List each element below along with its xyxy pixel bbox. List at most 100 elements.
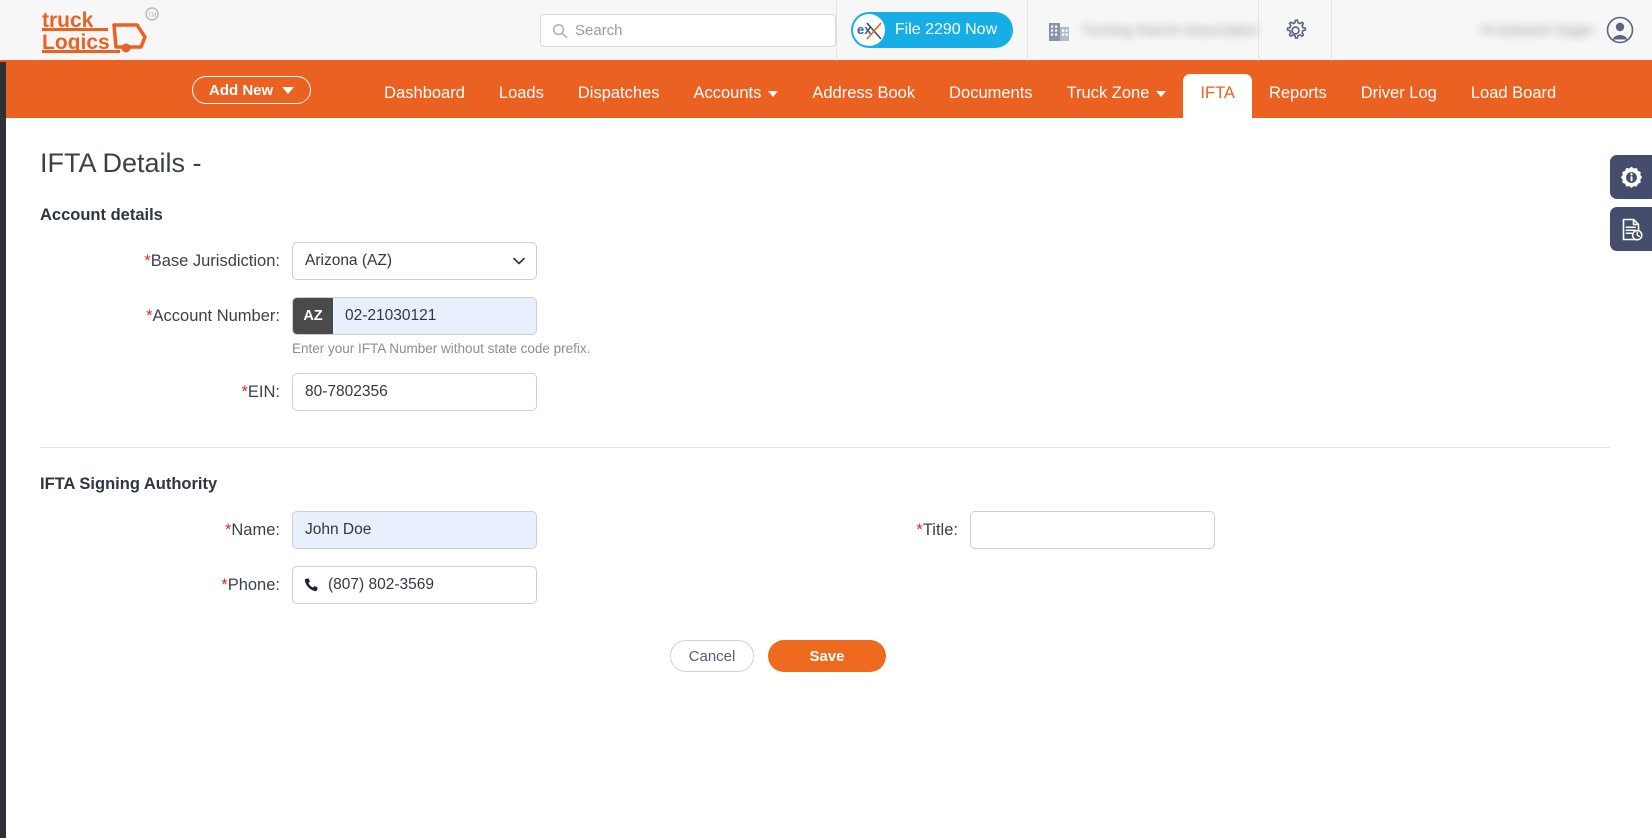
nav-label: Documents (949, 83, 1033, 102)
brand-logo[interactable]: truck Logics TM (0, 0, 340, 61)
nav-item-load-board[interactable]: Load Board (1454, 83, 1573, 119)
base-jurisdiction-select[interactable]: Arizona (AZ) (292, 242, 537, 280)
nav-item-loads[interactable]: Loads (482, 83, 561, 119)
main-navigation: Add New Dashboard Loads Dispatches Accou… (0, 62, 1652, 118)
company-selector[interactable]: Turning Ranch Association (1028, 0, 1258, 61)
add-new-button[interactable]: Add New (192, 76, 312, 104)
base-jurisdiction-label: *Base Jurisdiction: (40, 242, 292, 280)
name-column: *Name: (40, 494, 870, 549)
nav-label: Dashboard (384, 83, 465, 102)
phone-label: *Phone: (40, 566, 292, 604)
nav-label: Truck Zone (1066, 83, 1150, 102)
phone-input[interactable] (328, 576, 526, 594)
file-2290-label: File 2290 Now (894, 21, 998, 38)
account-details-heading: Account details (40, 206, 163, 224)
chevron-down-icon (513, 257, 525, 265)
base-jurisdiction-field: Arizona (AZ) (292, 242, 537, 280)
ein-label: *EIN: (40, 373, 292, 411)
label-text: EIN: (247, 383, 280, 401)
nav-label: Load Board (1470, 83, 1557, 102)
name-field (292, 511, 537, 549)
name-input[interactable] (305, 521, 524, 539)
save-button[interactable]: Save (768, 640, 886, 672)
help-info-button[interactable] (1610, 155, 1652, 199)
info-gear-icon (1620, 166, 1642, 188)
account-number-row: *Account Number: AZ Enter your IFTA Numb… (40, 297, 1652, 356)
nav-item-address-book[interactable]: Address Book (795, 83, 932, 119)
search-icon (552, 23, 568, 38)
ein-input[interactable] (305, 383, 524, 401)
title-row: *Title: (870, 511, 1215, 549)
name-label: *Name: (40, 511, 292, 549)
account-number-input[interactable] (333, 298, 536, 334)
gear-icon (1286, 18, 1306, 39)
nav-label: Accounts (693, 83, 762, 102)
form-actions: Cancel Save (40, 640, 1652, 672)
app-root: truck Logics TM Search ex File 2290 Now … (0, 0, 1652, 838)
label-text: Title: (922, 521, 958, 539)
building-icon (1049, 23, 1069, 41)
title-input[interactable] (983, 521, 1202, 539)
add-new-label: Add New (209, 81, 274, 99)
title-field (970, 511, 1215, 549)
avatar-icon (1606, 16, 1634, 44)
user-menu[interactable]: Hi Edward Sager (1332, 0, 1652, 61)
state-code-prefix: AZ (293, 298, 333, 334)
label-text: Account Number: (152, 307, 280, 325)
phone-row: *Phone: (40, 566, 1652, 604)
title-column: *Title: (870, 494, 1215, 549)
trucklogics-logo-icon: truck Logics TM (42, 7, 159, 53)
nav-item-dashboard[interactable]: Dashboard (367, 83, 482, 119)
ein-input-box[interactable] (292, 373, 537, 411)
label-text: Base Jurisdiction: (150, 252, 280, 270)
chevron-down-icon (768, 90, 779, 97)
search-box[interactable] (540, 13, 836, 47)
nav-item-documents[interactable]: Documents (932, 83, 1049, 119)
nav-item-reports[interactable]: Reports (1252, 84, 1344, 119)
account-number-hint: Enter your IFTA Number without state cod… (292, 341, 591, 356)
name-title-row: *Name: *Title: (40, 494, 1652, 549)
nav-item-dispatches[interactable]: Dispatches (561, 83, 677, 119)
file-2290-button[interactable]: ex File 2290 Now (850, 12, 1014, 48)
nav-label: Address Book (812, 83, 916, 102)
nav-label: Dispatches (577, 83, 660, 102)
name-input-box[interactable] (292, 511, 537, 549)
document-history-button[interactable] (1610, 207, 1652, 251)
collapsed-sidebar-rail[interactable] (0, 62, 6, 838)
user-name: Hi Edward Sager (1480, 21, 1594, 39)
nav-label: IFTA (1200, 83, 1235, 102)
nav-item-accounts[interactable]: Accounts (677, 83, 796, 119)
search-input[interactable] (575, 21, 815, 39)
company-name: Turning Ranch Association (1082, 21, 1258, 39)
express-truck-tax-badge-icon: ex (852, 14, 885, 46)
svg-text:TM: TM (148, 13, 157, 19)
title-input-box[interactable] (970, 511, 1215, 549)
nav-item-ifta[interactable]: IFTA (1183, 73, 1252, 118)
section-divider (40, 447, 1610, 448)
phone-input-box[interactable] (292, 566, 537, 604)
top-header: truck Logics TM Search ex File 2290 Now … (0, 0, 1652, 62)
document-history-icon (1622, 218, 1643, 241)
nav-item-driver-log[interactable]: Driver Log (1344, 83, 1454, 119)
nav-label: Driver Log (1360, 83, 1437, 102)
page-title: IFTA Details - (40, 148, 202, 178)
chevron-down-icon (282, 86, 295, 94)
phone-icon (304, 578, 318, 592)
nav-items: Dashboard Loads Dispatches Accounts Addr… (367, 73, 1573, 119)
signing-authority-heading: IFTA Signing Authority (40, 475, 218, 493)
ein-field (292, 373, 537, 411)
chevron-down-icon (1156, 90, 1167, 97)
search-container (540, 0, 836, 61)
account-number-input-group[interactable]: AZ (292, 297, 537, 335)
cancel-button[interactable]: Cancel (670, 640, 754, 672)
label-text: Name: (231, 521, 280, 539)
title-label: *Title: (870, 511, 970, 549)
nav-item-truck-zone[interactable]: Truck Zone (1050, 83, 1184, 119)
account-number-field: AZ Enter your IFTA Number without state … (292, 297, 591, 356)
phone-field (292, 566, 537, 604)
main-content: IFTA Details - Account details *Base Jur… (0, 118, 1652, 838)
name-row: *Name: (40, 511, 870, 549)
nav-label: Loads (498, 83, 544, 102)
file-2290-container: ex File 2290 Now (837, 0, 1027, 61)
settings-button[interactable] (1259, 0, 1331, 61)
